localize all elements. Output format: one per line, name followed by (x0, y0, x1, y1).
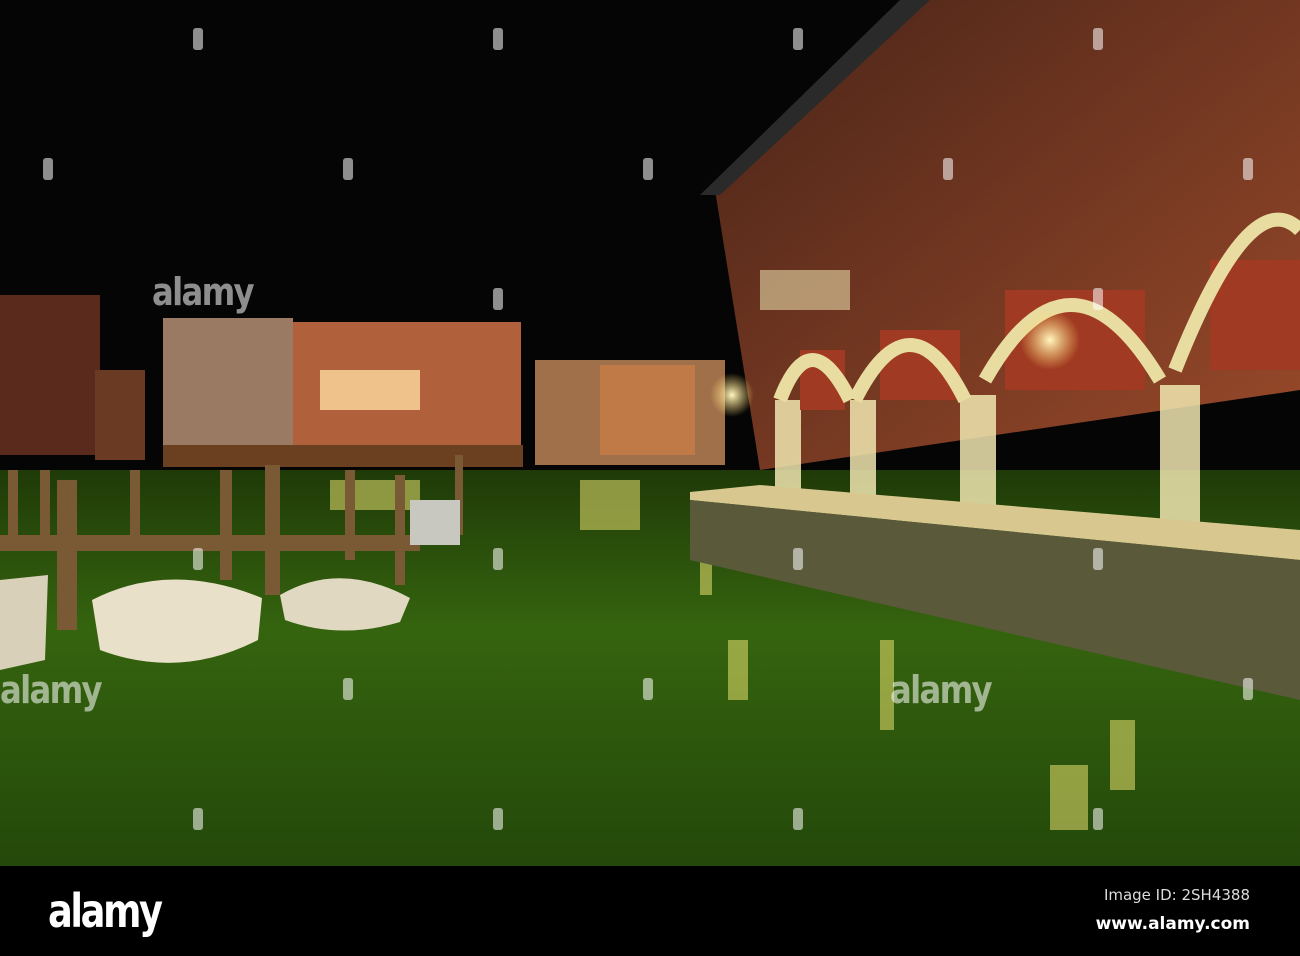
watermark-mark-icon (643, 678, 653, 700)
watermark-mark-icon (643, 158, 653, 180)
watermark-mark-icon (493, 808, 503, 830)
venice-canal-night-photo (0, 0, 1300, 866)
watermark-mark-icon (1093, 28, 1103, 50)
watermark-mark-icon (193, 28, 203, 50)
watermark-mark-icon (793, 28, 803, 50)
watermark: alamy (890, 668, 993, 712)
watermark-mark-icon (1093, 548, 1103, 570)
watermark-mark-icon (943, 158, 953, 180)
watermark-mark-icon (1243, 158, 1253, 180)
footer-bar: alamy Image ID: 2SH4388 www.alamy.com (0, 866, 1300, 956)
alamy-logo: alamy (48, 884, 163, 938)
watermark-mark-icon (1093, 808, 1103, 830)
watermark-mark-icon (43, 158, 53, 180)
watermark-mark-icon (193, 808, 203, 830)
watermark-mark-icon (1093, 288, 1103, 310)
watermark-mark-icon (1243, 678, 1253, 700)
watermark-mark-icon (793, 548, 803, 570)
site-url: www.alamy.com (1095, 914, 1250, 934)
watermark-mark-icon (493, 288, 503, 310)
photo-stage: alamy alamy alamy alamy Image ID: 2SH438… (0, 0, 1300, 956)
watermark: alamy (152, 270, 255, 314)
watermark-mark-icon (793, 808, 803, 830)
image-id: Image ID: 2SH4388 (1103, 886, 1250, 904)
watermark: alamy (0, 668, 103, 712)
watermark-mark-icon (493, 28, 503, 50)
watermark-mark-icon (193, 548, 203, 570)
watermark-mark-icon (343, 158, 353, 180)
watermark-mark-icon (493, 548, 503, 570)
watermark-mark-icon (343, 678, 353, 700)
